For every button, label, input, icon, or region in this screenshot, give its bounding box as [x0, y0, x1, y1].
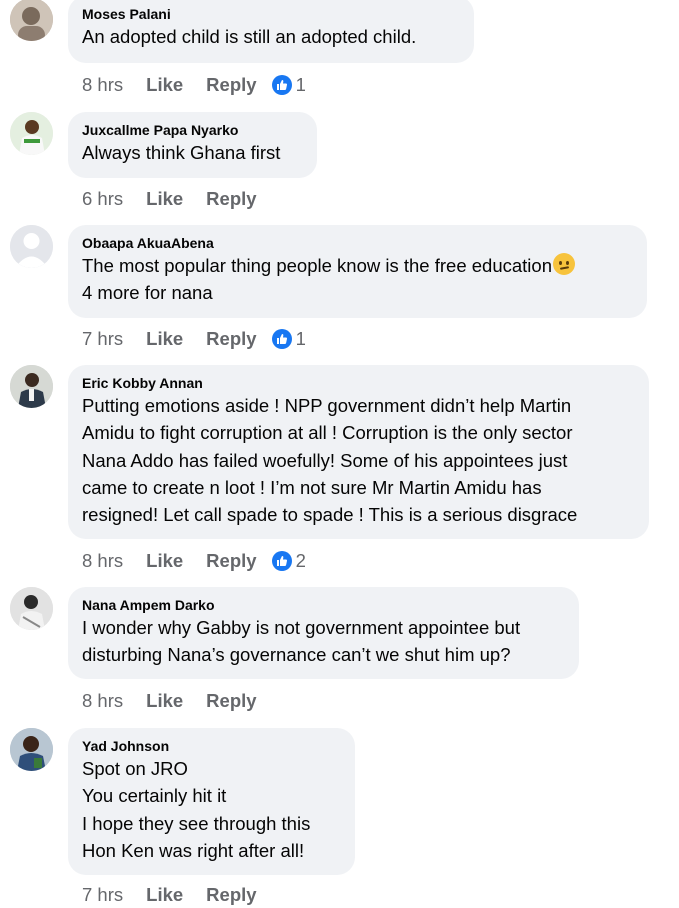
- comment-actions: 7 hrs Like Reply 1: [82, 326, 306, 352]
- comment-text: Spot on JRO You certainly hit it I hope …: [82, 758, 311, 861]
- avatar[interactable]: [10, 112, 53, 155]
- comment-bubble: Nana Ampem Darko I wonder why Gabby is n…: [68, 587, 579, 679]
- comment-bubble: Moses Palani An adopted child is still a…: [68, 0, 474, 63]
- comment-actions: 7 hrs Like Reply: [82, 882, 280, 908]
- comment-author[interactable]: Nana Ampem Darko: [82, 596, 565, 614]
- reply-button[interactable]: Reply: [206, 884, 256, 906]
- comment-actions: 8 hrs Like Reply 2: [82, 548, 306, 574]
- comment-text: Always think Ghana first: [82, 142, 281, 163]
- reaction-count[interactable]: 1: [271, 74, 306, 96]
- like-button[interactable]: Like: [146, 328, 183, 350]
- comment-author[interactable]: Moses Palani: [82, 5, 460, 23]
- comment-text: An adopted child is still an adopted chi…: [82, 26, 417, 47]
- comment-bubble: Juxcallme Papa Nyarko Always think Ghana…: [68, 112, 317, 178]
- like-button[interactable]: Like: [146, 550, 183, 572]
- avatar[interactable]: [10, 225, 53, 268]
- comment-timestamp[interactable]: 7 hrs: [82, 884, 123, 906]
- reply-button[interactable]: Reply: [206, 188, 256, 210]
- comment-text: I wonder why Gabby is not government app…: [82, 617, 521, 666]
- comment-timestamp[interactable]: 8 hrs: [82, 550, 123, 572]
- reply-button[interactable]: Reply: [206, 550, 256, 572]
- reply-button[interactable]: Reply: [206, 690, 256, 712]
- avatar[interactable]: [10, 587, 53, 630]
- comment-text: Putting emotions aside ! NPP government …: [82, 395, 578, 526]
- reaction-count[interactable]: 1: [271, 328, 306, 350]
- comment-actions: 6 hrs Like Reply: [82, 186, 280, 212]
- reaction-count[interactable]: 2: [271, 550, 306, 572]
- comment-author[interactable]: Yad Johnson: [82, 737, 341, 755]
- comment-bubble: Obaapa AkuaAbena The most popular thing …: [68, 225, 647, 318]
- comment-actions: 8 hrs Like Reply: [82, 688, 280, 714]
- avatar[interactable]: [10, 728, 53, 771]
- comment-timestamp[interactable]: 6 hrs: [82, 188, 123, 210]
- comment-author[interactable]: Juxcallme Papa Nyarko: [82, 121, 303, 139]
- comment-bubble: Yad Johnson Spot on JRO You certainly hi…: [68, 728, 355, 875]
- avatar[interactable]: [10, 0, 53, 41]
- like-button[interactable]: Like: [146, 884, 183, 906]
- comment-author[interactable]: Obaapa AkuaAbena: [82, 234, 633, 252]
- reply-button[interactable]: Reply: [206, 74, 256, 96]
- comment-actions: 8 hrs Like Reply 1: [82, 72, 306, 98]
- comment-timestamp[interactable]: 8 hrs: [82, 74, 123, 96]
- comment-timestamp[interactable]: 7 hrs: [82, 328, 123, 350]
- face-with-raised-eyebrow-icon: [553, 253, 575, 275]
- comment-timestamp[interactable]: 8 hrs: [82, 690, 123, 712]
- comment-author[interactable]: Eric Kobby Annan: [82, 374, 635, 392]
- like-button[interactable]: Like: [146, 74, 183, 96]
- thumbs-up-icon: [271, 551, 292, 571]
- like-button[interactable]: Like: [146, 690, 183, 712]
- thumbs-up-icon: [271, 75, 292, 95]
- avatar[interactable]: [10, 365, 53, 408]
- comment-bubble: Eric Kobby Annan Putting emotions aside …: [68, 365, 649, 539]
- like-button[interactable]: Like: [146, 188, 183, 210]
- thumbs-up-icon: [271, 329, 292, 349]
- reply-button[interactable]: Reply: [206, 328, 256, 350]
- comment-text: The most popular thing people know is th…: [82, 252, 633, 307]
